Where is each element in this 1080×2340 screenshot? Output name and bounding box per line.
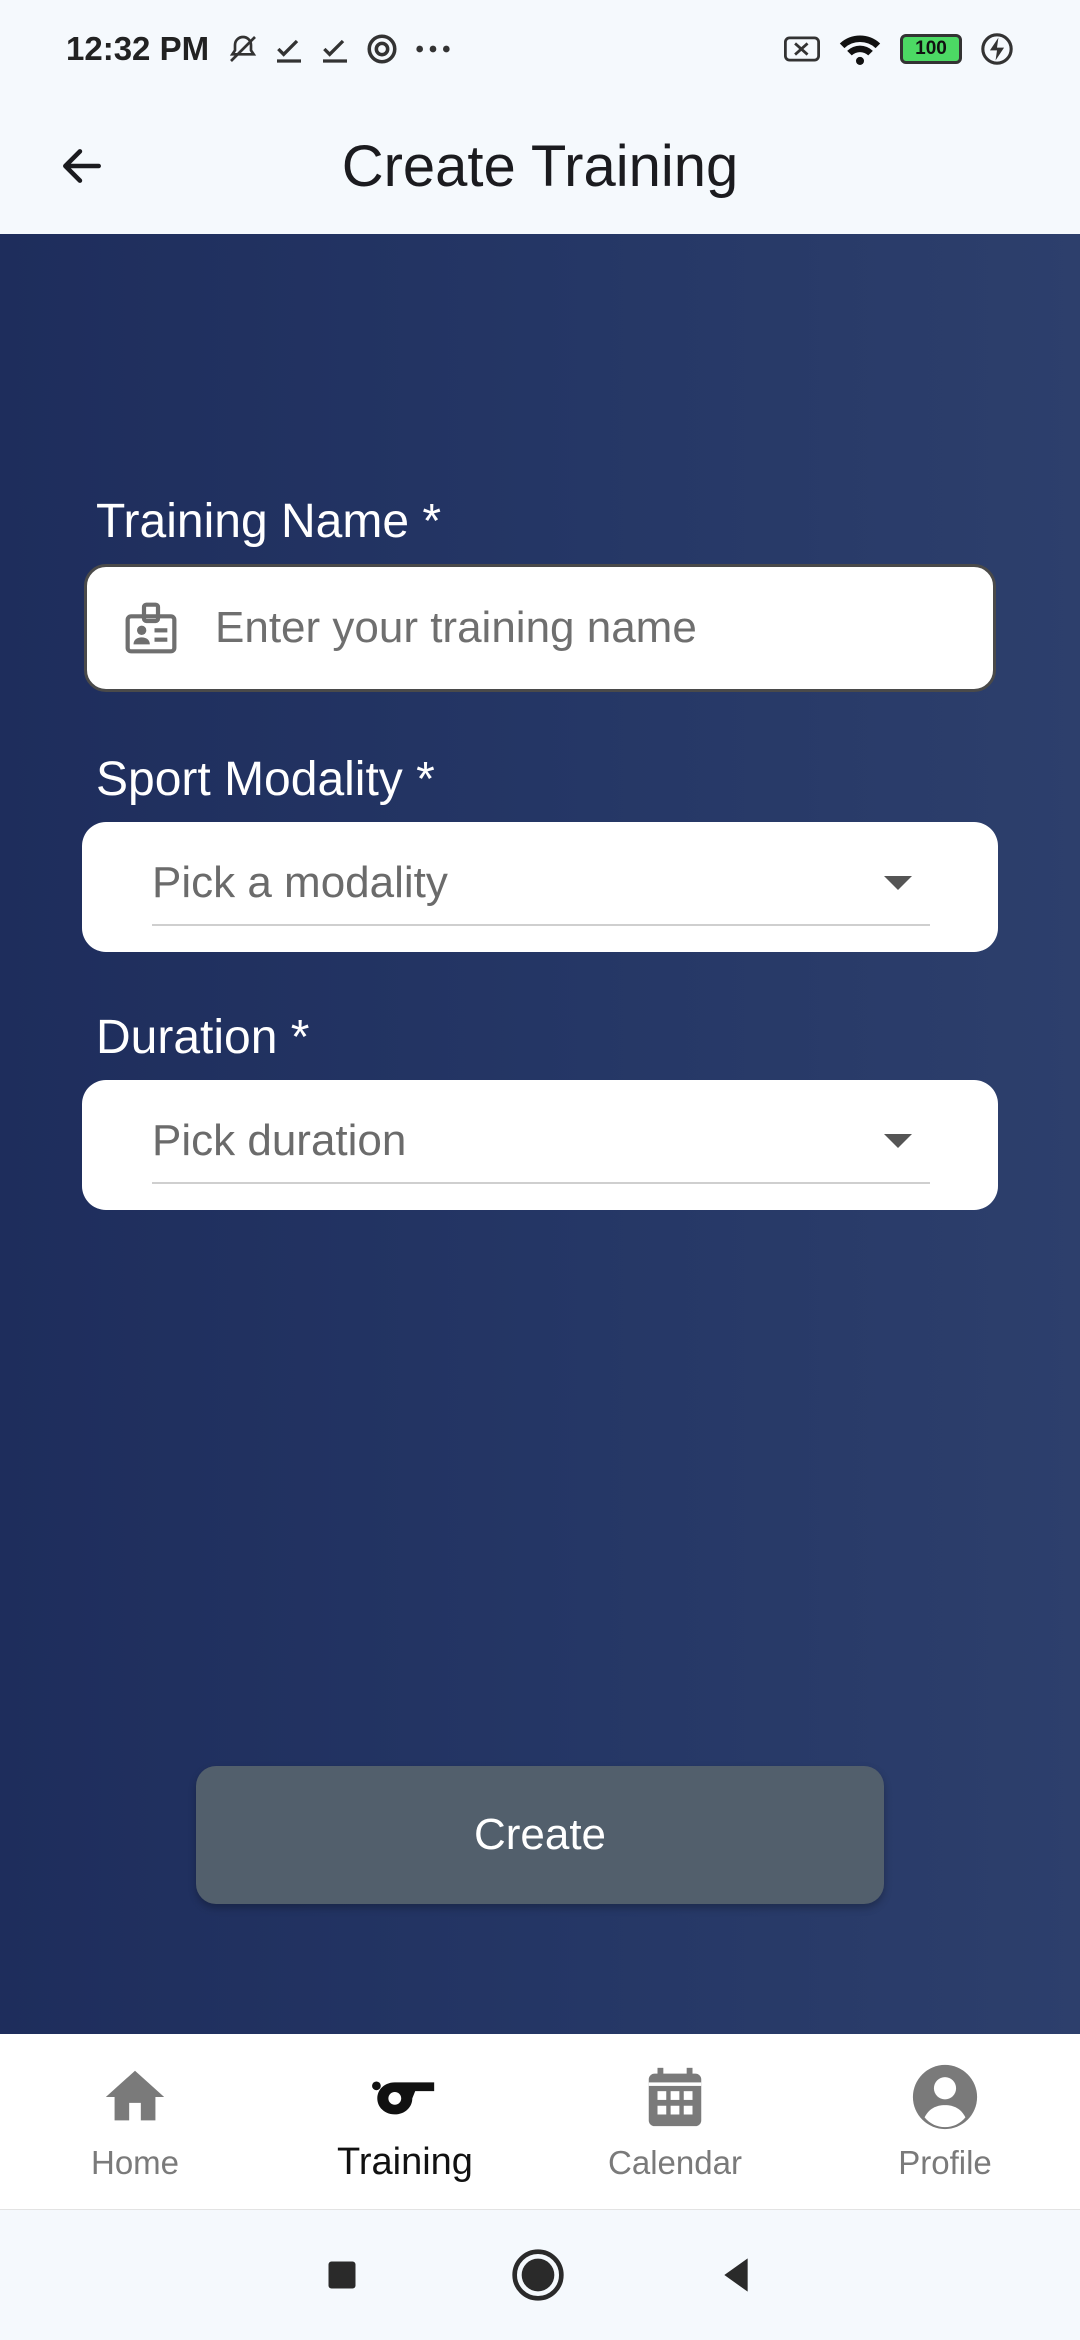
notification-icons xyxy=(227,32,453,66)
bottom-navigation: Home Training Calendar Profile xyxy=(0,2034,1080,2210)
duration-select[interactable]: Pick duration xyxy=(152,1100,930,1184)
nav-label-home: Home xyxy=(90,2143,180,2181)
create-button[interactable]: Create xyxy=(196,1766,884,1904)
status-bar: 12:32 PM 100 xyxy=(0,0,1080,98)
sport-modality-dropdown[interactable]: Pick a modality xyxy=(82,822,998,952)
arrow-left-icon xyxy=(63,149,101,183)
battery-indicator: 100 xyxy=(900,34,962,64)
badge-icon xyxy=(125,602,177,654)
recents-icon[interactable] xyxy=(324,2257,360,2293)
nav-label-training: Training xyxy=(337,2141,473,2183)
training-name-input[interactable] xyxy=(215,603,975,653)
sport-modality-placeholder: Pick a modality xyxy=(152,858,448,907)
nav-item-home[interactable]: Home xyxy=(0,2034,270,2210)
charging-icon xyxy=(981,33,1013,65)
status-left: 12:32 PM xyxy=(66,30,453,68)
calendar-icon xyxy=(640,2062,710,2132)
app-bar: Create Training xyxy=(0,98,1080,234)
back-button[interactable] xyxy=(44,128,120,204)
whistle-icon xyxy=(370,2059,440,2129)
home-button-icon[interactable] xyxy=(510,2247,566,2303)
training-name-label: Training Name * xyxy=(96,495,442,548)
nav-item-profile[interactable]: Profile xyxy=(810,2034,1080,2210)
training-name-field[interactable] xyxy=(84,564,996,692)
sport-modality-label: Sport Modality * xyxy=(96,753,435,806)
nav-item-training[interactable]: Training xyxy=(270,2034,540,2210)
home-icon xyxy=(100,2062,170,2132)
duration-label: Duration * xyxy=(96,1011,310,1064)
more-icon xyxy=(416,45,450,53)
back-triangle-icon[interactable] xyxy=(716,2253,756,2297)
status-time: 12:32 PM xyxy=(66,30,210,67)
sport-modality-select[interactable]: Pick a modality xyxy=(152,842,930,926)
duration-placeholder: Pick duration xyxy=(152,1116,407,1165)
status-right: 100 xyxy=(784,32,1014,66)
check-icon xyxy=(323,39,348,63)
check-icon xyxy=(277,39,302,63)
chevron-down-icon xyxy=(884,876,912,890)
create-training-form: Training Name * Sport Modality * Pick a … xyxy=(0,234,1080,2034)
sim-off-icon xyxy=(784,36,820,62)
system-navigation xyxy=(0,2210,1080,2340)
sync-icon xyxy=(367,34,397,64)
chevron-down-icon xyxy=(884,1134,912,1148)
nav-label-profile: Profile xyxy=(898,2143,992,2181)
nav-item-calendar[interactable]: Calendar xyxy=(540,2034,810,2210)
mute-icon xyxy=(229,35,257,62)
nav-label-calendar: Calendar xyxy=(608,2143,742,2181)
page-title: Create Training xyxy=(341,133,739,199)
wifi-icon xyxy=(839,35,881,65)
duration-dropdown[interactable]: Pick duration xyxy=(82,1080,998,1210)
profile-icon xyxy=(910,2062,980,2132)
